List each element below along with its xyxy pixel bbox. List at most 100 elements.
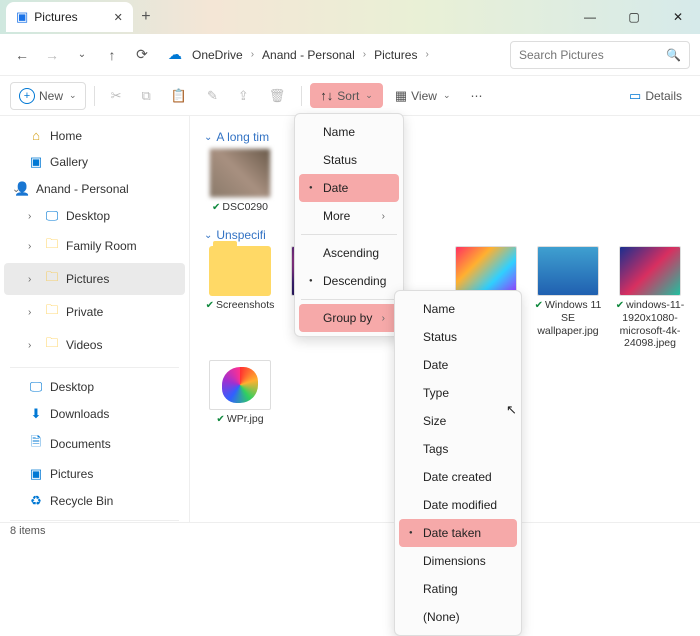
sidebar-item-desktop[interactable]: 🖵Desktop (4, 374, 185, 400)
menu-item-date[interactable]: Date (399, 351, 517, 379)
group-header[interactable]: ⌄Unspecifi (204, 224, 686, 246)
file-item[interactable]: ✔DSC0290 (204, 148, 276, 214)
menu-item-size[interactable]: Size (399, 407, 517, 435)
chevron-down-icon[interactable]: ⌄ (12, 184, 20, 195)
sidebar-item-videos[interactable]: ›🗀Videos (4, 329, 185, 361)
maximize-button[interactable]: ▢ (612, 0, 656, 34)
menu-item-datetaken[interactable]: ●Date taken (399, 519, 517, 547)
menu-item-ascending[interactable]: Ascending (299, 239, 399, 267)
sync-icon: ✔ (216, 414, 224, 425)
desktop-icon: 🖵 (28, 379, 44, 395)
menu-item-status[interactable]: Status (399, 323, 517, 351)
chevron-right-icon[interactable]: › (28, 340, 31, 351)
breadcrumb-item[interactable]: OneDrive (188, 46, 247, 64)
sidebar-item-family[interactable]: ›🗀Family Room (4, 230, 185, 262)
file-item[interactable]: ✔WPr.jpg (204, 360, 276, 426)
plus-icon: + (19, 88, 35, 104)
tab-close-icon[interactable]: ✕ (114, 11, 123, 24)
menu-item-groupby[interactable]: Group by› (299, 304, 399, 332)
details-icon: ▭ (629, 88, 641, 104)
sidebar-item-label: Documents (50, 437, 111, 451)
new-tab-button[interactable]: + (133, 8, 159, 26)
delete-button[interactable]: 🗑 (261, 83, 294, 109)
menu-item-descending[interactable]: ●Descending (299, 267, 399, 295)
chevron-right-icon: › (363, 49, 366, 60)
breadcrumb-item[interactable]: Anand - Personal (258, 46, 359, 64)
chevron-right-icon[interactable]: › (28, 274, 31, 285)
separator (10, 367, 179, 368)
sidebar-item-pictures-q[interactable]: ▣Pictures (4, 461, 185, 487)
close-button[interactable]: ✕ (656, 0, 700, 34)
folder-icon: 🗀 (44, 235, 60, 257)
forward-button[interactable]: → (40, 43, 64, 67)
copy-button[interactable]: ⧉ (133, 83, 158, 109)
bullet-icon: ● (309, 185, 313, 191)
up-button[interactable]: ↑ (100, 43, 124, 67)
sidebar-item-onedrive[interactable]: ⌄👤Anand - Personal (4, 176, 185, 202)
ellipsis-icon: ⋯ (470, 89, 482, 103)
menu-item-tags[interactable]: Tags (399, 435, 517, 463)
chevron-down-icon: ⌄ (365, 90, 373, 101)
sidebar-item-label: Desktop (66, 209, 110, 223)
chevron-right-icon[interactable]: › (28, 241, 31, 252)
back-button[interactable]: ← (10, 43, 34, 67)
sidebar-item-home[interactable]: ⌂Home (4, 123, 185, 148)
refresh-button[interactable]: ⟳ (130, 43, 154, 67)
sidebar-item-downloads[interactable]: ⬇Downloads (4, 401, 185, 427)
search-field[interactable] (519, 48, 660, 62)
menu-item-none[interactable]: (None) (399, 603, 517, 631)
sidebar-item-label: Videos (66, 338, 102, 352)
sync-icon: ✔ (616, 300, 624, 311)
cut-button[interactable]: ✂ (103, 83, 130, 109)
menu-item-date[interactable]: ●Date (299, 174, 399, 202)
breadcrumb[interactable]: ☁ OneDrive › Anand - Personal › Pictures… (160, 42, 504, 68)
search-icon[interactable]: 🔍 (666, 48, 681, 62)
sidebar-item-private[interactable]: ›🗀Private (4, 296, 185, 328)
sidebar-item-label: Pictures (66, 272, 109, 286)
minimize-button[interactable]: — (568, 0, 612, 34)
sidebar-item-gallery[interactable]: ▣Gallery (4, 149, 185, 175)
menu-item-type[interactable]: Type (399, 379, 517, 407)
menu-item-dimensions[interactable]: Dimensions (399, 547, 517, 575)
separator (301, 299, 397, 300)
sidebar-item-label: Recycle Bin (50, 494, 113, 508)
view-button[interactable]: ▦ View ⌄ (387, 83, 459, 109)
status-text: 8 items (10, 525, 45, 537)
breadcrumb-item[interactable]: Pictures (370, 46, 421, 64)
sidebar-item-pictures[interactable]: ›🗀Pictures (4, 263, 185, 295)
sidebar-item-label: Private (66, 305, 103, 319)
menu-item-rating[interactable]: Rating (399, 575, 517, 603)
folder-item[interactable]: ✔Screenshots (204, 246, 276, 350)
file-item[interactable]: ✔windows-11-1920x1080-microsoft-4k-24098… (614, 246, 686, 350)
search-input[interactable]: 🔍 (510, 41, 690, 69)
more-button[interactable]: ⋯ (462, 84, 490, 108)
chevron-right-icon[interactable]: › (28, 211, 31, 222)
menu-item-more[interactable]: More› (299, 202, 399, 230)
paste-button[interactable]: 📋 (163, 83, 195, 109)
file-item[interactable]: ✔Windows 11 SE wallpaper.jpg (532, 246, 604, 350)
new-label: New (39, 89, 63, 103)
details-button[interactable]: ▭ Details (621, 83, 690, 109)
sidebar: ⌂Home ▣Gallery ⌄👤Anand - Personal ›🖵Desk… (0, 116, 190, 522)
chevron-right-icon: › (382, 211, 385, 222)
menu-item-name[interactable]: Name (399, 295, 517, 323)
sort-button[interactable]: ↑↓ Sort ⌄ (310, 83, 383, 108)
cut-icon: ✂ (111, 88, 122, 104)
group-header[interactable]: ⌄A long tim (204, 126, 686, 148)
window-tab[interactable]: ▣ Pictures ✕ (6, 2, 133, 32)
chevron-right-icon: › (251, 49, 254, 60)
menu-item-datecreated[interactable]: Date created (399, 463, 517, 491)
sidebar-item-recycle[interactable]: ♻Recycle Bin (4, 488, 185, 514)
folder-icon (209, 246, 271, 296)
chevron-right-icon[interactable]: › (28, 307, 31, 318)
new-button[interactable]: + New ⌄ (10, 82, 86, 110)
share-button[interactable]: ⇪ (230, 83, 257, 109)
menu-item-status[interactable]: Status (299, 146, 399, 174)
menu-item-name[interactable]: Name (299, 118, 399, 146)
home-icon: ⌂ (28, 128, 44, 143)
sidebar-item-documents[interactable]: 🗎Documents (4, 428, 185, 460)
sidebar-item-desktop[interactable]: ›🖵Desktop (4, 203, 185, 229)
rename-button[interactable]: ✎ (199, 83, 226, 109)
menu-item-datemodified[interactable]: Date modified (399, 491, 517, 519)
chevron-down-icon[interactable]: ⌄ (70, 43, 94, 67)
